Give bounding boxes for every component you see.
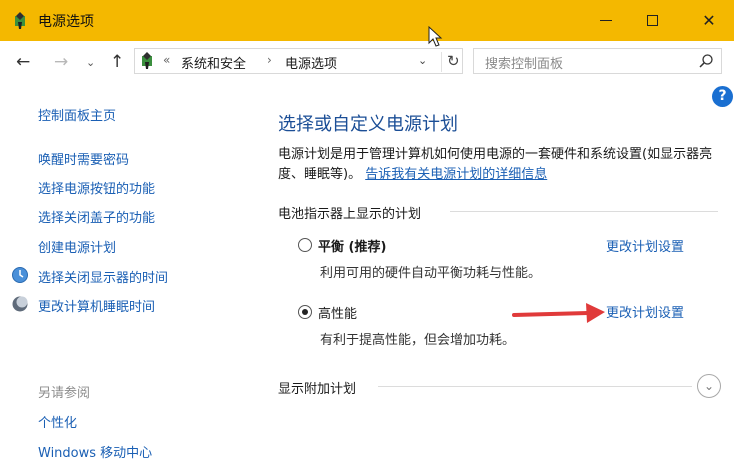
close-button[interactable]: ✕ [684, 0, 734, 41]
breadcrumb-overflow[interactable]: « [163, 53, 170, 67]
sidebar-item-display-off[interactable]: 选择关闭显示器的时间 [38, 267, 168, 286]
search-placeholder: 搜索控制面板 [485, 57, 564, 72]
sidebar-item-sleep-time[interactable]: 更改计算机睡眠时间 [38, 296, 155, 315]
balanced-plan-radio[interactable] [298, 238, 312, 252]
title-bar: 电源选项 ✕ [0, 0, 734, 41]
page-title: 选择或自定义电源计划 [278, 114, 458, 135]
sidebar-item-lid-close[interactable]: 选择关闭盖子的功能 [38, 207, 155, 226]
high-performance-plan-name[interactable]: 高性能 [318, 303, 357, 322]
search-input[interactable]: 搜索控制面板 [473, 48, 722, 74]
mouse-cursor-icon [428, 26, 443, 47]
sidebar: 控制面板主页 唤醒时需要密码 选择电源按钮的功能 选择关闭盖子的功能 创建电源计… [0, 82, 255, 461]
balanced-change-settings-link[interactable]: 更改计划设置 [606, 236, 684, 255]
high-performance-change-settings-link[interactable]: 更改计划设置 [606, 302, 684, 321]
see-also-heading: 另请参阅 [38, 386, 91, 401]
minimize-button[interactable] [581, 0, 631, 41]
sidebar-item-personalization[interactable]: 个性化 [38, 412, 77, 431]
balanced-plan-description: 利用可用的硬件自动平衡功耗与性能。 [320, 266, 542, 281]
sidebar-item-mobility-center[interactable]: Windows 移动中心 [38, 442, 152, 461]
search-icon[interactable] [698, 53, 714, 69]
breadcrumb-separator[interactable]: › [267, 53, 272, 67]
recent-locations-icon[interactable]: ⌄ [86, 56, 95, 69]
power-options-icon [15, 12, 25, 29]
control-panel-icon [142, 52, 152, 69]
address-bar[interactable]: « 系统和安全 › 电源选项 ⌄ ↻ [134, 48, 463, 74]
high-performance-plan-radio[interactable] [298, 305, 312, 319]
page-description: 电源计划是用于管理计算机如何使用电源的一套硬件和系统设置(如显示器亮度、睡眠等)… [278, 145, 718, 185]
minimize-icon [600, 20, 612, 21]
sidebar-item-create-plan[interactable]: 创建电源计划 [38, 237, 116, 256]
breadcrumb-power-options[interactable]: 电源选项 [285, 53, 337, 72]
expand-chevron-icon[interactable]: ⌄ [697, 374, 721, 398]
sidebar-item-wake-password[interactable]: 唤醒时需要密码 [38, 149, 129, 168]
forward-arrow-icon[interactable]: → [54, 52, 68, 72]
refresh-icon[interactable]: ↻ [441, 52, 460, 72]
display-timer-icon [12, 267, 28, 283]
section-divider [450, 211, 718, 212]
help-icon[interactable]: ? [712, 86, 733, 107]
address-dropdown-icon[interactable]: ⌄ [418, 54, 427, 67]
window-title: 电源选项 [38, 14, 94, 30]
sidebar-item-home[interactable]: 控制面板主页 [38, 105, 116, 124]
battery-plans-heading: 电池指示器上显示的计划 [278, 207, 422, 222]
maximize-button[interactable] [627, 0, 677, 41]
learn-more-link[interactable]: 告诉我有关电源计划的详细信息 [365, 167, 547, 182]
up-arrow-icon[interactable]: ↑ [110, 52, 124, 72]
additional-plans-heading[interactable]: 显示附加计划 [278, 378, 356, 397]
additional-divider [378, 386, 692, 387]
balanced-plan-name[interactable]: 平衡 (推荐) [318, 236, 386, 255]
sleep-moon-icon [12, 296, 28, 312]
close-icon: ✕ [702, 11, 716, 30]
back-arrow-icon[interactable]: ← [16, 52, 30, 72]
high-performance-plan-description: 有利于提高性能，但会增加功耗。 [320, 333, 516, 348]
breadcrumb-system-security[interactable]: 系统和安全 [181, 53, 246, 72]
maximize-icon [646, 15, 658, 26]
annotation-arrow-icon [512, 303, 605, 323]
sidebar-item-power-buttons[interactable]: 选择电源按钮的功能 [38, 178, 155, 197]
